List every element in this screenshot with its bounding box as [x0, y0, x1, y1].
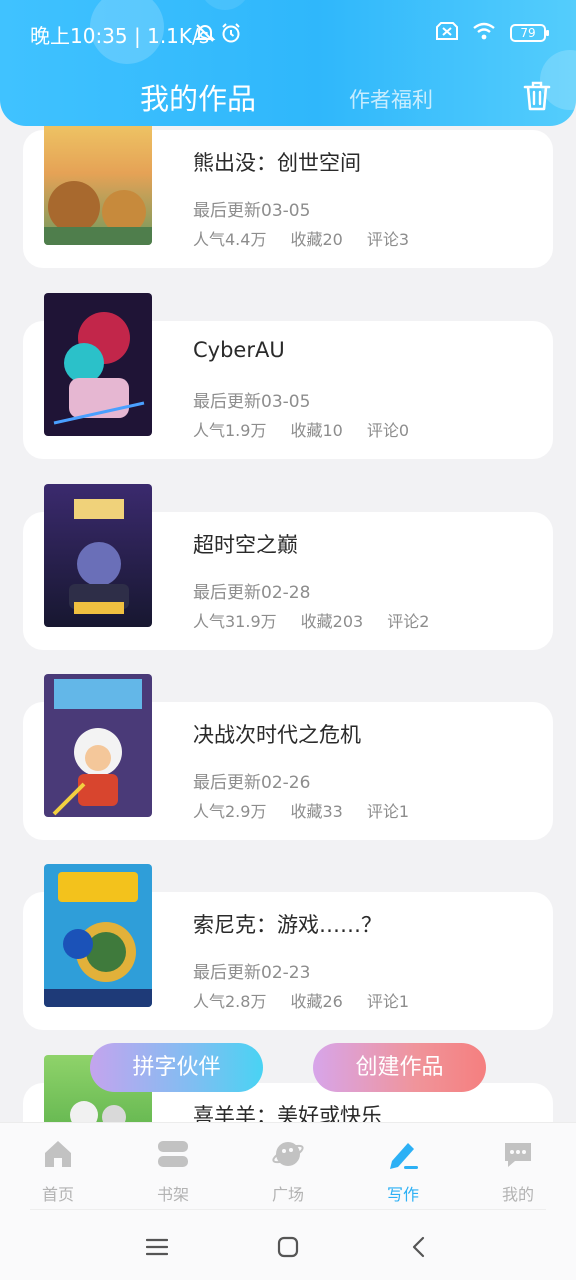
nav-write[interactable]: 写作 [363, 1137, 443, 1205]
work-stats: 人气1.9万 收藏10 评论0 [193, 417, 433, 441]
pen-icon [390, 1143, 418, 1169]
work-cover[interactable] [44, 864, 152, 1007]
work-last-update: 最后更新03-05 [193, 392, 311, 412]
alarm-icon [220, 22, 242, 48]
work-popularity: 人气31.9万 [193, 612, 277, 631]
work-card[interactable]: 决战次时代之危机 最后更新02-26 人气2.9万 收藏33 评论1 [23, 674, 553, 840]
wifi-icon [472, 22, 496, 44]
battery-indicator: 79 [510, 24, 549, 42]
home-square-icon[interactable] [268, 1231, 308, 1263]
menu-icon[interactable] [137, 1231, 177, 1263]
work-cover[interactable] [44, 484, 152, 627]
work-title: 索尼克：游戏……？ [193, 913, 382, 937]
work-comments: 评论2 [387, 612, 430, 631]
work-comments: 评论1 [366, 992, 410, 1011]
nav-square-label: 广场 [271, 1185, 304, 1204]
work-title: 决战次时代之危机 [193, 723, 361, 747]
planet-icon [272, 1142, 304, 1166]
work-favorites: 收藏20 [290, 230, 343, 249]
work-last-update: 最后更新03-05 [193, 201, 311, 221]
home-icon [45, 1141, 71, 1167]
work-comments: 评论3 [366, 230, 410, 249]
work-title: 超时空之巅 [193, 533, 298, 557]
nav-shelf-label: 书架 [156, 1185, 189, 1204]
work-popularity: 人气1.9万 [193, 421, 267, 440]
work-title: CyberAU [193, 338, 285, 362]
work-stats: 人气2.8万 收藏26 评论1 [193, 988, 433, 1012]
work-stats: 人气2.9万 收藏33 评论1 [193, 798, 433, 822]
work-comments: 评论1 [366, 802, 410, 821]
bookshelf-icon [158, 1141, 188, 1167]
work-popularity: 人气4.4万 [193, 230, 267, 249]
nav-mine-label: 我的 [501, 1185, 534, 1204]
work-last-update: 最后更新02-26 [193, 773, 311, 793]
trash-icon[interactable] [522, 80, 552, 112]
nav-home[interactable]: 首页 [18, 1137, 98, 1205]
work-card[interactable]: 熊出没：创世空间 最后更新03-05 人气4.4万 收藏20 评论3 [23, 102, 553, 268]
nav-home-label: 首页 [41, 1185, 74, 1204]
work-card[interactable]: CyberAU 最后更新03-05 人气1.9万 收藏10 评论0 [23, 293, 553, 459]
top-header: 晚上10:35 | 1.1K/s 79 我的作品 作者福利 [0, 0, 576, 126]
work-stats: 人气4.4万 收藏20 评论3 [193, 226, 433, 250]
work-last-update: 最后更新02-28 [193, 583, 311, 603]
mute-bell-icon [194, 22, 216, 48]
create-work-button[interactable]: 创建作品 [313, 1043, 486, 1092]
decorative-bubble [200, 0, 250, 10]
work-stats: 人气31.9万 收藏203 评论2 [193, 608, 453, 632]
nav-square[interactable]: 广场 [248, 1137, 328, 1205]
work-cover[interactable] [44, 674, 152, 817]
bottom-nav: 首页 书架 广场 写作 我的 [0, 1122, 576, 1280]
chat-bubble-icon [505, 1143, 531, 1167]
work-favorites: 收藏203 [300, 612, 364, 631]
work-comments: 评论0 [366, 421, 410, 440]
status-icons: 79 [436, 22, 549, 44]
work-card[interactable]: 索尼克：游戏……？ 最后更新02-23 人气2.8万 收藏26 评论1 [23, 864, 553, 1030]
nav-write-label: 写作 [386, 1185, 419, 1204]
work-popularity: 人气2.9万 [193, 802, 267, 821]
back-icon[interactable] [398, 1231, 438, 1263]
work-last-update: 最后更新02-23 [193, 963, 311, 983]
tab-author-benefits[interactable]: 作者福利 [349, 84, 433, 114]
work-favorites: 收藏10 [290, 421, 343, 440]
work-card[interactable]: 超时空之巅 最后更新02-28 人气31.9万 收藏203 评论2 [23, 484, 553, 650]
sim-missing-icon [436, 22, 458, 44]
work-popularity: 人气2.8万 [193, 992, 267, 1011]
work-title: 熊出没：创世空间 [193, 151, 361, 175]
partner-button[interactable]: 拼字伙伴 [90, 1043, 263, 1092]
status-time: 晚上10:35 | 1.1K/s [30, 24, 210, 48]
work-title: 喜羊羊：美好或快乐 [193, 1104, 382, 1122]
work-cover[interactable] [44, 293, 152, 436]
divider [30, 1209, 546, 1210]
work-favorites: 收藏33 [290, 802, 343, 821]
nav-shelf[interactable]: 书架 [133, 1137, 213, 1205]
work-favorites: 收藏26 [290, 992, 343, 1011]
works-list[interactable]: 熊出没：创世空间 最后更新03-05 人气4.4万 收藏20 评论3 CyberAU… [0, 0, 576, 1122]
nav-mine[interactable]: 我的 [478, 1137, 558, 1205]
tab-my-works[interactable]: 我的作品 [140, 76, 256, 118]
